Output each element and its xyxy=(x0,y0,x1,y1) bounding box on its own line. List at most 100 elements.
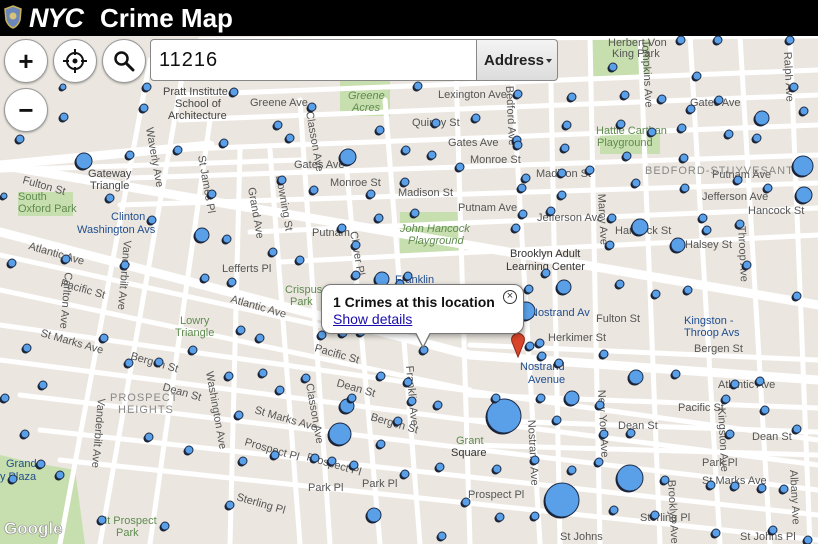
crime-marker[interactable] xyxy=(125,150,135,160)
crime-marker[interactable] xyxy=(20,429,30,439)
crime-marker[interactable] xyxy=(435,462,445,472)
crime-marker[interactable] xyxy=(347,393,357,403)
crime-marker[interactable] xyxy=(375,125,385,135)
crime-marker[interactable] xyxy=(616,119,626,129)
crime-marker[interactable] xyxy=(599,349,609,359)
crime-marker[interactable] xyxy=(307,102,317,112)
crime-marker[interactable] xyxy=(677,123,687,133)
crime-marker[interactable] xyxy=(351,240,361,250)
crime-marker[interactable] xyxy=(530,455,540,465)
crime-marker[interactable] xyxy=(277,175,287,185)
crime-marker[interactable] xyxy=(403,377,413,387)
crime-marker[interactable] xyxy=(376,439,386,449)
crime-marker[interactable] xyxy=(285,133,295,143)
crime-marker[interactable] xyxy=(184,445,194,455)
crime-marker[interactable] xyxy=(521,173,531,183)
crime-marker[interactable] xyxy=(544,482,580,518)
crime-marker[interactable] xyxy=(349,460,359,470)
crime-marker[interactable] xyxy=(495,512,505,522)
crime-marker[interactable] xyxy=(803,535,813,544)
crime-marker[interactable] xyxy=(59,83,67,91)
crime-marker[interactable] xyxy=(735,219,745,229)
crime-marker[interactable] xyxy=(270,450,280,460)
locate-me-button[interactable] xyxy=(53,39,97,83)
crime-marker[interactable] xyxy=(376,371,386,381)
crime-marker[interactable] xyxy=(120,260,130,270)
crime-marker[interactable] xyxy=(541,268,551,278)
crime-marker[interactable] xyxy=(491,393,501,403)
crime-marker[interactable] xyxy=(525,341,535,351)
crime-marker[interactable] xyxy=(660,475,670,485)
crime-marker[interactable] xyxy=(511,223,521,233)
crime-marker[interactable] xyxy=(75,152,93,170)
crime-marker[interactable] xyxy=(273,120,283,130)
crime-marker[interactable] xyxy=(301,373,311,383)
crime-marker[interactable] xyxy=(160,521,170,531)
crime-marker[interactable] xyxy=(142,82,152,92)
crime-marker[interactable] xyxy=(310,453,320,463)
crime-marker[interactable] xyxy=(599,429,609,439)
crime-marker[interactable] xyxy=(455,162,465,172)
crime-marker[interactable] xyxy=(36,459,46,469)
crime-marker[interactable] xyxy=(609,505,619,515)
crime-marker[interactable] xyxy=(554,358,564,368)
crime-marker[interactable] xyxy=(530,511,540,521)
crime-marker[interactable] xyxy=(585,165,595,175)
crime-marker[interactable] xyxy=(724,129,734,139)
crime-marker[interactable] xyxy=(139,103,149,113)
crime-marker[interactable] xyxy=(15,134,25,144)
crime-marker[interactable] xyxy=(55,470,65,480)
show-details-link[interactable]: Show details xyxy=(333,311,412,327)
crime-marker[interactable] xyxy=(671,369,681,379)
crime-marker[interactable] xyxy=(725,429,735,439)
crime-marker[interactable] xyxy=(686,104,696,114)
crime-marker[interactable] xyxy=(461,497,471,507)
crime-marker[interactable] xyxy=(730,379,740,389)
crime-marker[interactable] xyxy=(295,255,305,265)
crime-marker[interactable] xyxy=(518,209,528,219)
crime-marker[interactable] xyxy=(698,213,708,223)
crime-marker[interactable] xyxy=(647,127,657,137)
crime-marker[interactable] xyxy=(147,215,157,225)
crime-marker[interactable] xyxy=(194,227,210,243)
google-attribution[interactable]: Google xyxy=(4,519,63,539)
crime-marker[interactable] xyxy=(413,81,423,91)
crime-marker[interactable] xyxy=(792,155,814,177)
crime-marker[interactable] xyxy=(721,394,731,404)
crime-marker[interactable] xyxy=(567,465,577,475)
crime-marker[interactable] xyxy=(238,456,248,466)
crime-marker[interactable] xyxy=(607,213,617,223)
crime-marker[interactable] xyxy=(680,183,690,193)
nyc-logo[interactable]: NYC xyxy=(29,3,84,33)
crime-marker[interactable] xyxy=(657,94,667,104)
crime-marker[interactable] xyxy=(768,525,778,535)
crime-marker[interactable] xyxy=(628,369,644,385)
crime-marker[interactable] xyxy=(366,189,376,199)
crime-marker[interactable] xyxy=(229,87,239,97)
crime-marker[interactable] xyxy=(403,271,413,281)
crime-marker[interactable] xyxy=(608,62,618,72)
crime-marker[interactable] xyxy=(513,140,523,150)
crime-marker[interactable] xyxy=(713,36,723,45)
crime-marker[interactable] xyxy=(400,177,410,187)
crime-marker[interactable] xyxy=(557,168,567,178)
crime-marker[interactable] xyxy=(227,277,237,287)
crime-marker[interactable] xyxy=(702,225,712,235)
crime-marker[interactable] xyxy=(407,396,417,406)
crime-marker[interactable] xyxy=(374,213,384,223)
crime-marker[interactable] xyxy=(692,71,702,81)
crime-marker[interactable] xyxy=(567,92,577,102)
crime-marker[interactable] xyxy=(188,345,198,355)
crime-marker[interactable] xyxy=(268,247,278,257)
crime-marker[interactable] xyxy=(219,138,229,148)
crime-marker[interactable] xyxy=(328,422,352,446)
crime-marker[interactable] xyxy=(557,190,567,200)
crime-marker[interactable] xyxy=(339,148,357,166)
crime-marker[interactable] xyxy=(536,393,546,403)
crime-marker[interactable] xyxy=(38,380,48,390)
close-icon[interactable]: × xyxy=(503,290,517,304)
crime-marker[interactable] xyxy=(8,474,18,484)
search-type-select[interactable]: Address xyxy=(476,39,558,81)
crime-marker[interactable] xyxy=(61,254,71,264)
crime-marker[interactable] xyxy=(124,358,134,368)
